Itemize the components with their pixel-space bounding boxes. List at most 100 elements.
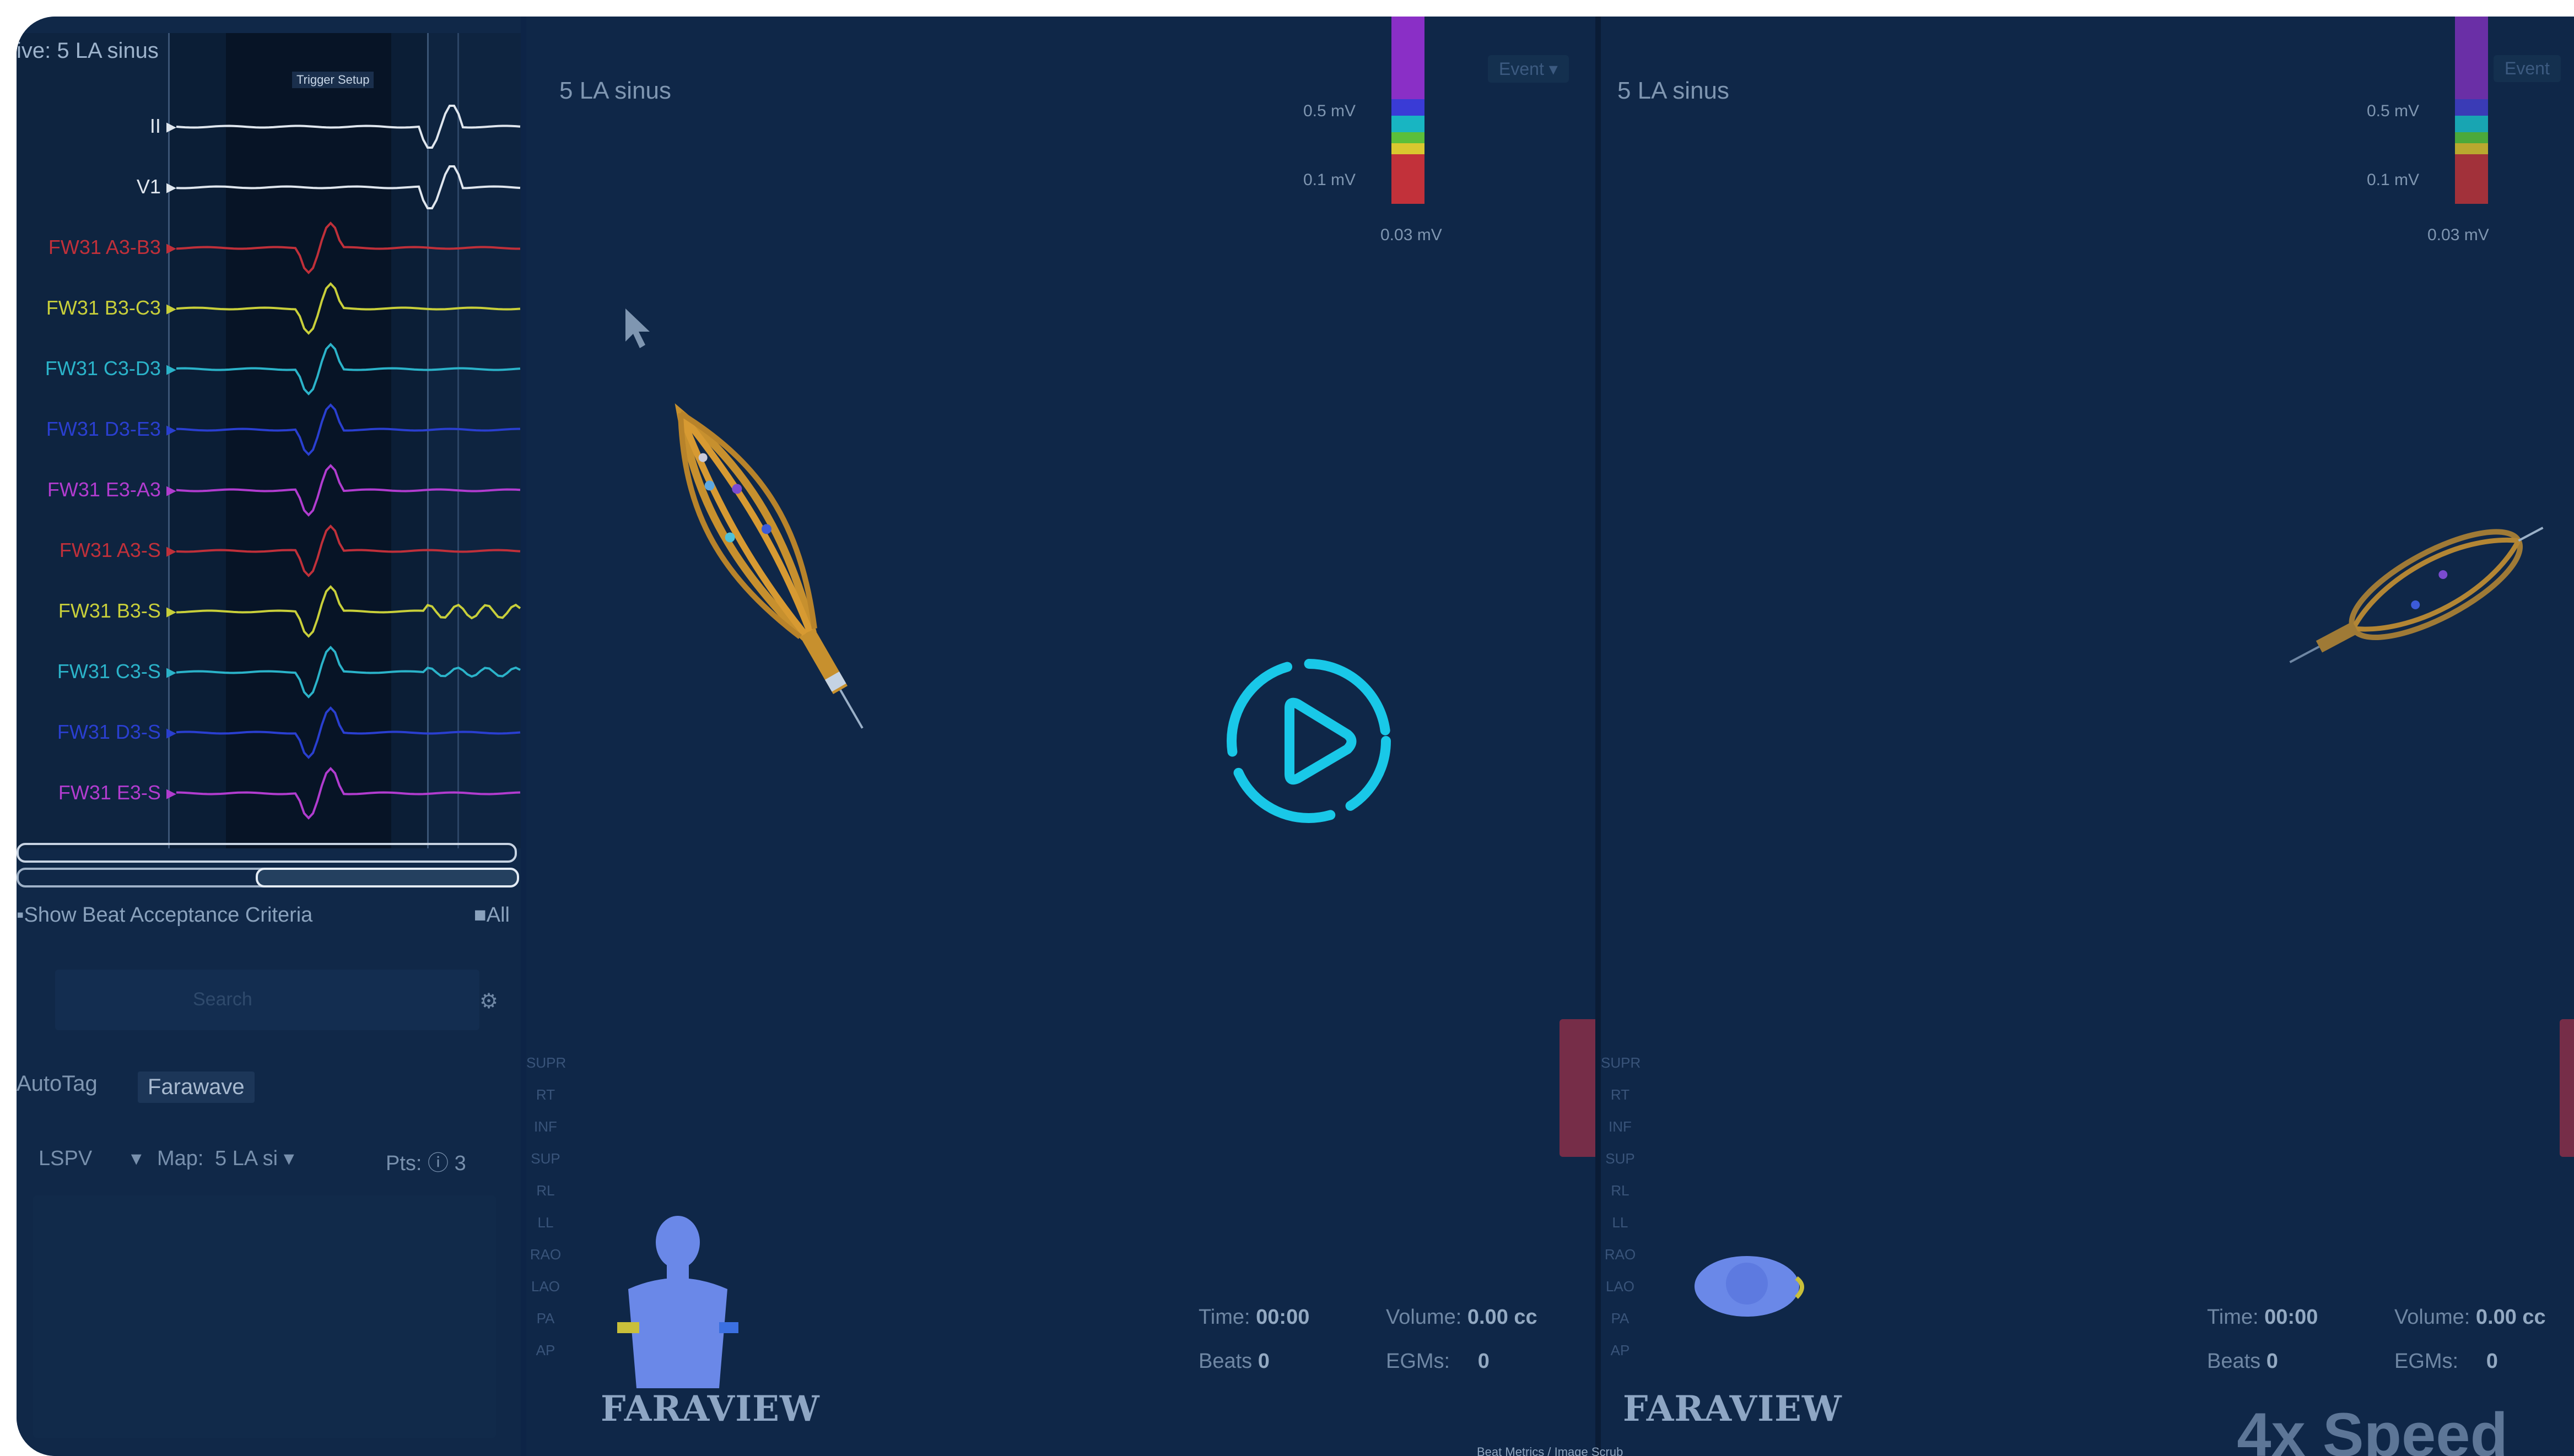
catheter-model[interactable] <box>647 358 879 755</box>
channel-label[interactable]: FW31 B3-S ▸ <box>28 599 176 623</box>
map-pane-2[interactable]: 5 LA sinus Event 0.5 mV 0.1 mV 0.03 mV S… <box>1601 17 2574 1456</box>
points-count: Pts: ⓘ 3 <box>386 1152 466 1175</box>
egm-trace <box>176 165 521 209</box>
toolbar-view-sup[interactable]: SUP <box>1601 1143 1639 1174</box>
toolbar-view-rt[interactable]: RT <box>1601 1079 1639 1111</box>
faraview-brand: FARAVIEW <box>601 1388 820 1430</box>
beats-stat: Beats 0 <box>2207 1350 2278 1373</box>
all-checkbox[interactable]: ■All <box>474 903 510 927</box>
egm-trace <box>176 585 521 638</box>
egm-trace <box>176 767 521 820</box>
pane-title: 5 LA sinus <box>559 77 672 104</box>
channel-label[interactable]: FW31 C3-S ▸ <box>28 660 176 683</box>
egm-trace <box>176 403 521 456</box>
zoom-scroll-thumb[interactable] <box>256 868 519 887</box>
channel-label[interactable]: FW31 A3-S ▸ <box>28 539 176 562</box>
egm-trace <box>176 524 521 577</box>
bottom-hint: Beat Metrics / Image Scrub <box>1477 1445 1623 1456</box>
zoom-scrollbar[interactable] <box>17 868 519 887</box>
channel-label[interactable]: FW31 C3-D3 ▸ <box>28 357 176 380</box>
voltage-colorbar <box>1391 17 1424 204</box>
toolbar-view-ap[interactable]: AP <box>1601 1334 1639 1366</box>
egm-trace <box>176 105 521 149</box>
beats-stat: Beats 0 <box>1199 1350 1270 1373</box>
search-placeholder: Search <box>193 989 252 1010</box>
toolbar-view-inf[interactable]: INF <box>526 1111 565 1143</box>
vein-select[interactable]: LSPV ▾ <box>39 1146 142 1171</box>
egms-stat: EGMs: 0 <box>1386 1350 1490 1373</box>
colorbar-mid-label: 0.1 mV <box>2367 171 2420 189</box>
toolbar-view-rao[interactable]: RAO <box>526 1238 565 1270</box>
catheter-model[interactable] <box>2273 496 2560 694</box>
orientation-toolbar[interactable]: SUPR RT INF SUP RL LL RAO LAO PA AP <box>1601 1047 1641 1366</box>
cursor-arrow-icon <box>625 308 650 348</box>
patient-orientation-icon[interactable] <box>614 1212 741 1388</box>
info-icon: ⓘ <box>428 1152 449 1175</box>
filter-icon[interactable]: ⚙ <box>479 989 498 1014</box>
map-select[interactable]: Map: 5 LA si ▾ <box>157 1146 294 1171</box>
patient-orientation-icon[interactable] <box>1689 1245 1810 1328</box>
colorbar-mid-label: 0.1 mV <box>1303 171 1356 189</box>
toolbar-view-rl[interactable]: RL <box>1601 1174 1639 1206</box>
toolbar-view-ll[interactable]: LL <box>1601 1206 1639 1238</box>
time-stat: Time: 00:00 <box>2207 1306 2318 1329</box>
pane-divider[interactable] <box>1595 17 1601 1456</box>
egm-trace <box>176 343 521 396</box>
colorbar-low-label: 0.03 mV <box>1380 226 1442 244</box>
view-dropdown[interactable]: Event <box>2494 55 2561 82</box>
toolbar-view-sup[interactable]: SUP <box>526 1143 565 1174</box>
egm-traces <box>176 105 521 820</box>
toolbar-view-rao[interactable]: RAO <box>1601 1238 1639 1270</box>
checkbox-icon[interactable]: ▪ <box>17 903 24 927</box>
toolbar-view-lao[interactable]: LAO <box>526 1270 565 1302</box>
channel-label[interactable]: FW31 D3-S ▸ <box>28 721 176 744</box>
faraview-brand: FARAVIEW <box>1623 1388 1842 1430</box>
channel-label[interactable]: V1 ▸ <box>28 175 176 198</box>
app-window: Trigger Setup ive: 5 LA sinus II ▸ V1 ▸ FW… <box>17 17 2574 1456</box>
tab-autotag[interactable]: AutoTag <box>17 1071 98 1096</box>
channel-label[interactable]: FW31 A3-B3 ▸ <box>28 236 176 259</box>
chevron-down-icon: ▾ <box>1548 59 1558 79</box>
egm-trace <box>176 464 521 517</box>
channel-label[interactable]: FW31 E3-A3 ▸ <box>28 478 176 501</box>
time-stat: Time: 00:00 <box>1199 1306 1310 1329</box>
map-pane-1[interactable]: 5 LA sinus Event ▾ 0.5 mV 0.1 mV 0.03 mV… <box>526 17 1598 1456</box>
chevron-down-icon: ▾ <box>283 1147 294 1170</box>
speed-overlay: 4x Speed <box>2237 1400 2508 1456</box>
egm-trace <box>176 706 521 759</box>
channel-label[interactable]: FW31 E3-S ▸ <box>28 781 176 804</box>
show-beat-acceptance[interactable]: ▪Show Beat Acceptance Criteria <box>17 903 312 927</box>
toolbar-view-inf[interactable]: INF <box>1601 1111 1639 1143</box>
points-list[interactable] <box>33 1195 496 1438</box>
colorbar-top-label: 0.5 mV <box>1303 102 1356 120</box>
channel-label[interactable]: FW31 B3-C3 ▸ <box>28 296 176 320</box>
volume-stat: Volume: 0.00 cc <box>1386 1306 1537 1329</box>
toolbar-view-pa[interactable]: PA <box>526 1302 565 1334</box>
orientation-toolbar[interactable]: SUPR RT INF SUP RL LL RAO LAO PA AP <box>526 1047 566 1366</box>
egm-trace <box>176 646 521 699</box>
view-dropdown[interactable]: Event ▾ <box>1488 55 1569 83</box>
voltage-colorbar <box>2455 17 2488 204</box>
volume-stat: Volume: 0.00 cc <box>2394 1306 2546 1329</box>
play-circle-icon[interactable] <box>1215 647 1402 835</box>
time-scrollbar[interactable] <box>17 843 517 863</box>
channel-label[interactable]: II ▸ <box>28 115 176 138</box>
search-input[interactable] <box>55 970 479 1030</box>
toolbar-view-rt[interactable]: RT <box>526 1079 565 1111</box>
checkbox-icon[interactable]: ■ <box>474 903 487 927</box>
toolbar-view-lao[interactable]: LAO <box>1601 1270 1639 1302</box>
toolbar-view-rl[interactable]: RL <box>526 1174 565 1206</box>
egm-panel: Trigger Setup ive: 5 LA sinus II ▸ V1 ▸ FW… <box>17 17 521 1456</box>
side-panel-tab[interactable] <box>2560 1019 2574 1157</box>
channel-label[interactable]: FW31 D3-E3 ▸ <box>28 418 176 441</box>
toolbar-view-supr[interactable]: SUPR <box>526 1047 566 1079</box>
egm-trace <box>176 221 520 274</box>
egm-trace <box>176 282 521 335</box>
side-panel-tab[interactable] <box>1559 1019 1598 1157</box>
toolbar-view-ap[interactable]: AP <box>526 1334 565 1366</box>
toolbar-view-pa[interactable]: PA <box>1601 1302 1639 1334</box>
colorbar-top-label: 0.5 mV <box>2367 102 2420 120</box>
toolbar-view-ll[interactable]: LL <box>526 1206 565 1238</box>
tab-farawave[interactable]: Farawave <box>138 1071 255 1103</box>
toolbar-view-supr[interactable]: SUPR <box>1601 1047 1641 1079</box>
